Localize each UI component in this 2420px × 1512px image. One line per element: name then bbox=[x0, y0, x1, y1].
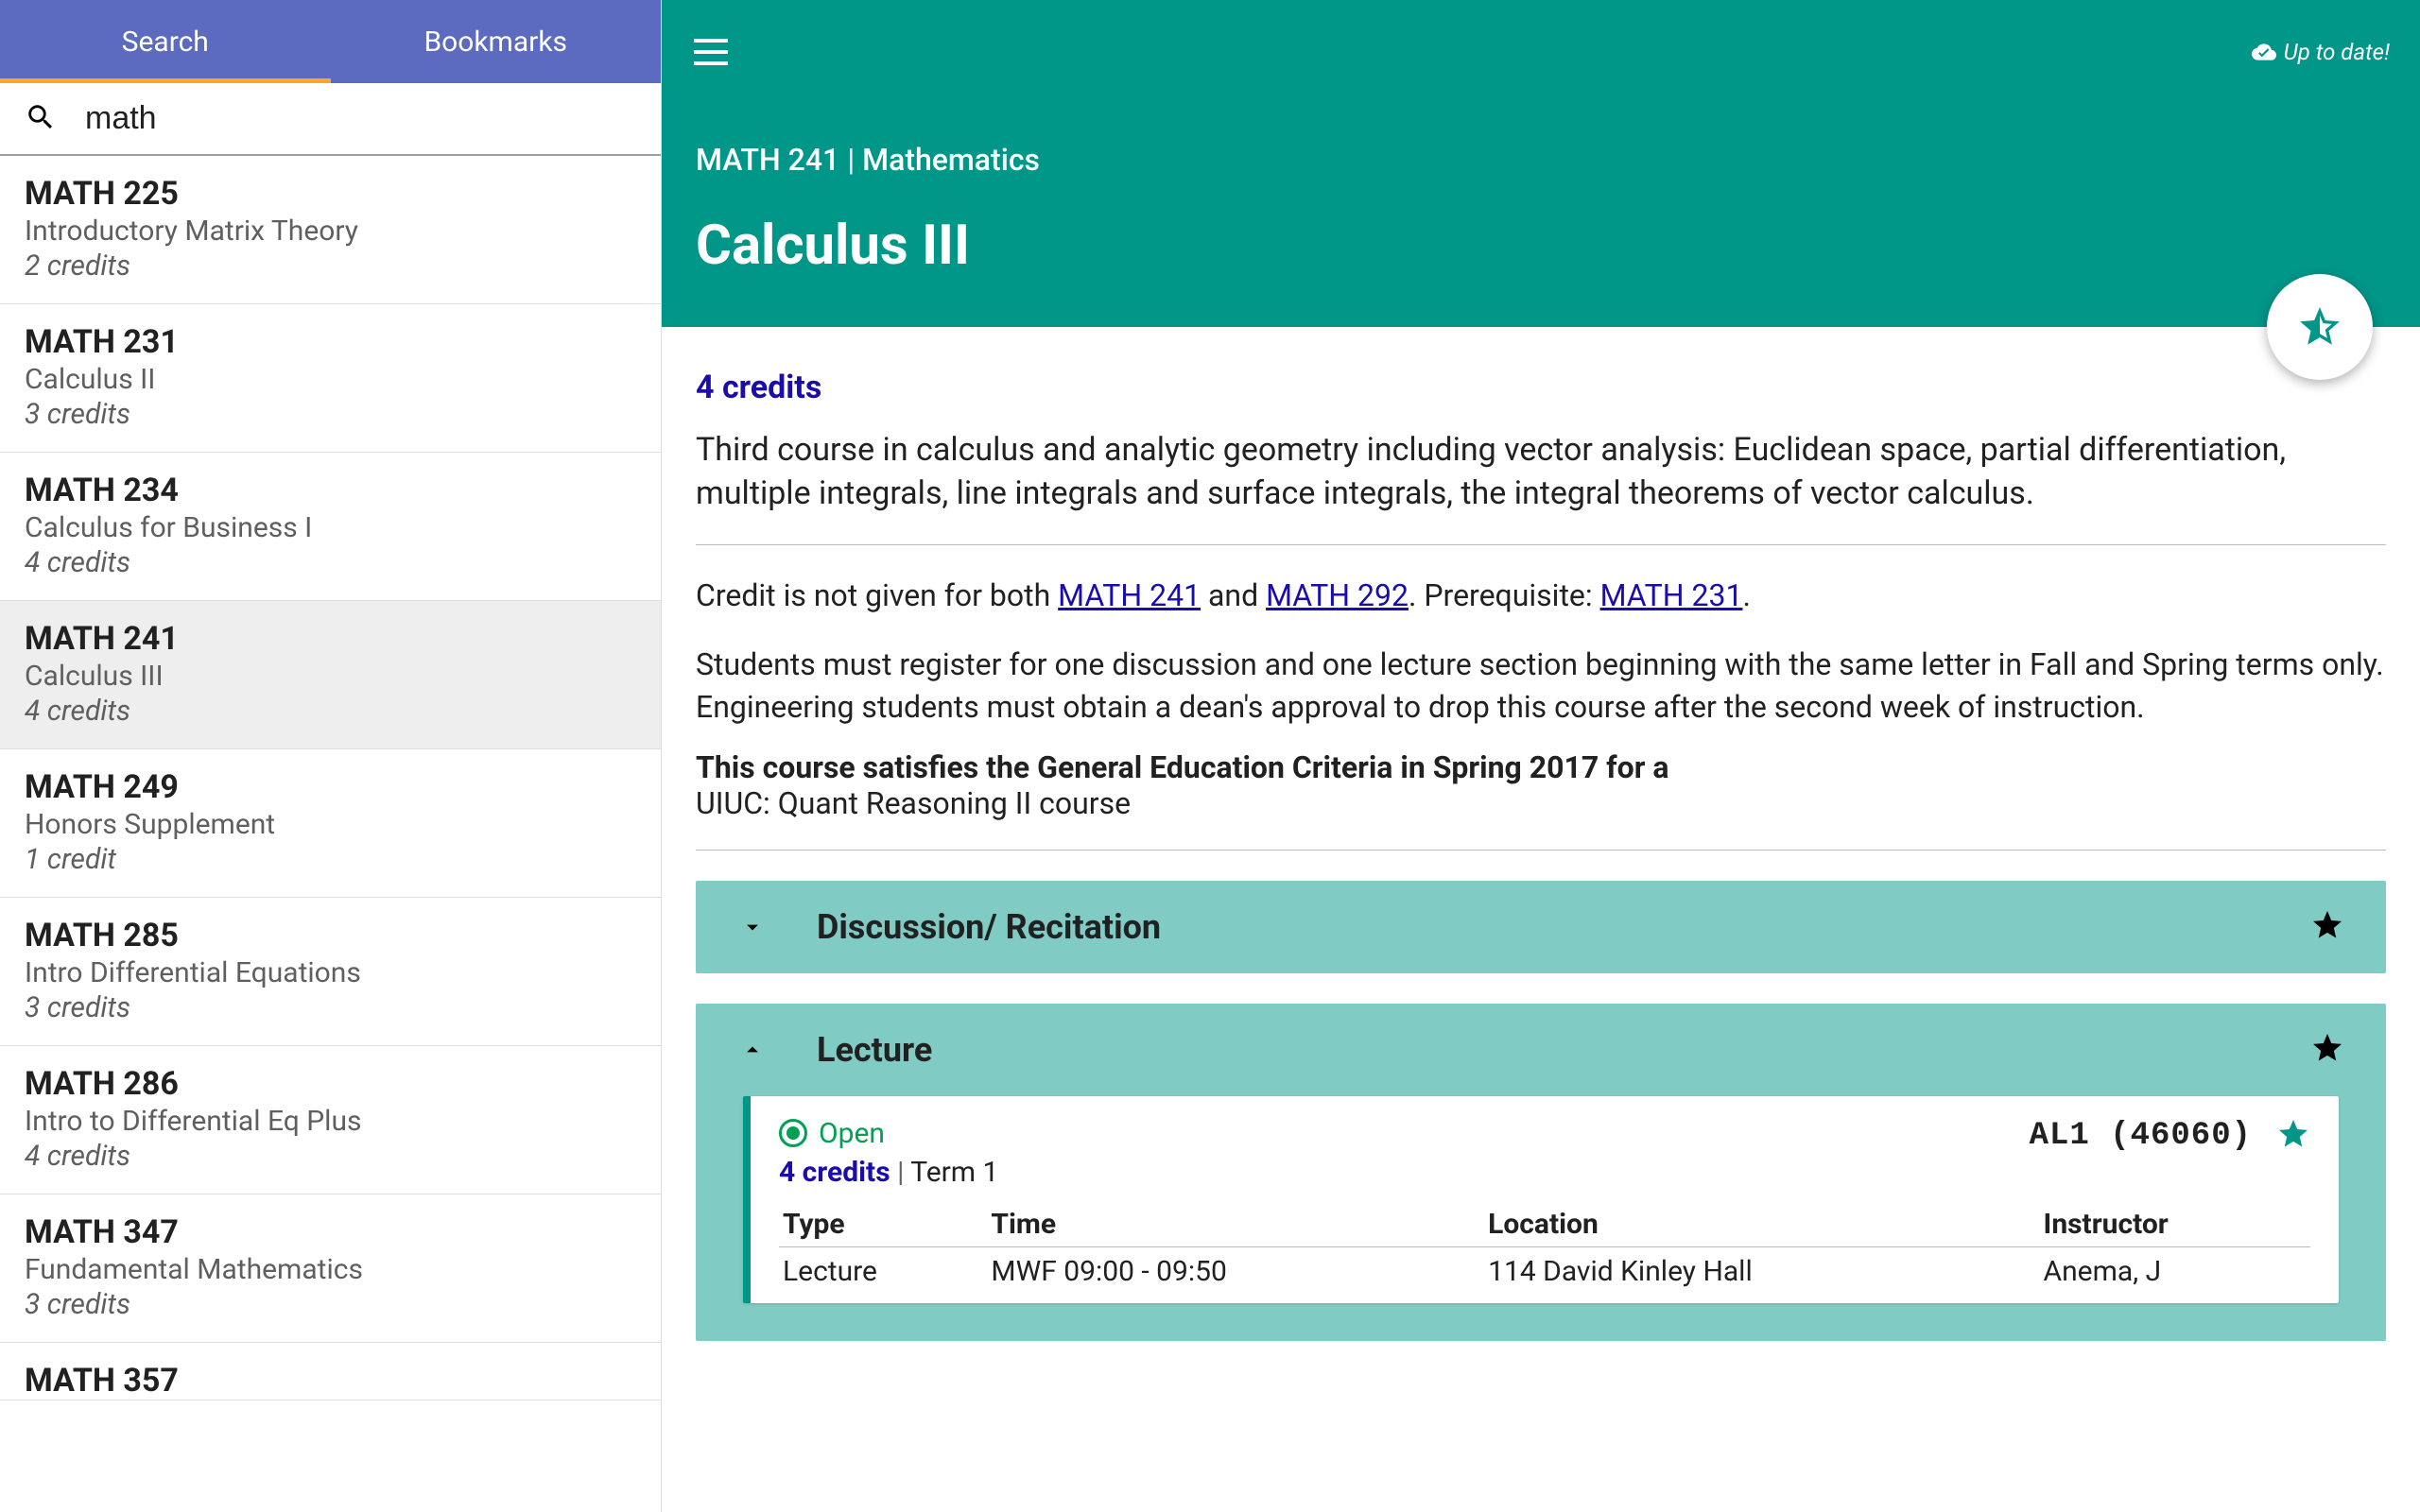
gened-heading: This course satisfies the General Educat… bbox=[696, 749, 2386, 785]
breadcrumb: MATH 241 | Mathematics bbox=[662, 104, 2420, 185]
col-time: Time bbox=[987, 1202, 1484, 1247]
sync-status: Up to date! bbox=[2252, 39, 2390, 65]
offering-term: Term 1 bbox=[910, 1156, 998, 1189]
offering-crn: AL1 (46060) bbox=[2030, 1118, 2252, 1154]
result-title: Calculus III bbox=[25, 660, 636, 693]
list-item[interactable]: MATH 357 bbox=[0, 1343, 661, 1400]
cell-time: MWF 09:00 - 09:50 bbox=[987, 1246, 1484, 1288]
result-code: MATH 249 bbox=[25, 768, 636, 806]
result-code: MATH 285 bbox=[25, 917, 636, 954]
offering-meta: 4 credits | Term 1 bbox=[779, 1156, 998, 1189]
course-description: Third course in calculus and analytic ge… bbox=[696, 429, 2386, 516]
section-title: Lecture bbox=[817, 1030, 2310, 1070]
chevron-down-icon bbox=[734, 908, 771, 946]
link-math-292[interactable]: MATH 292 bbox=[1266, 577, 1409, 613]
result-credits: 3 credits bbox=[25, 1288, 636, 1321]
list-item[interactable]: MATH 234Calculus for Business I4 credits bbox=[0, 453, 661, 601]
result-code: MATH 286 bbox=[25, 1065, 636, 1103]
text: and bbox=[1201, 577, 1266, 613]
list-item[interactable]: MATH 286Intro to Differential Eq Plus4 c… bbox=[0, 1046, 661, 1194]
text: Credit is not given for both bbox=[696, 577, 1058, 613]
list-item[interactable]: MATH 347Fundamental Mathematics3 credits bbox=[0, 1194, 661, 1343]
cell-location: 114 David Kinley Hall bbox=[1484, 1246, 2039, 1288]
table-row: Lecture MWF 09:00 - 09:50 114 David Kinl… bbox=[779, 1246, 2310, 1288]
link-math-241[interactable]: MATH 241 bbox=[1058, 577, 1201, 613]
result-title: Intro Differential Equations bbox=[25, 956, 636, 989]
section-discussion-header[interactable]: Discussion/ Recitation bbox=[696, 881, 2386, 973]
sidebar: Search Bookmarks MATH 225Introductory Ma… bbox=[0, 0, 662, 1512]
result-title: Honors Supplement bbox=[25, 808, 636, 841]
text: . Prerequisite: bbox=[1409, 577, 1600, 613]
main: Up to date! MATH 241 | Mathematics Calcu… bbox=[662, 0, 2420, 1512]
star-icon[interactable] bbox=[2310, 1031, 2348, 1069]
breadcrumb-text: MATH 241 | Mathematics bbox=[696, 142, 2386, 178]
gened-line: UIUC: Quant Reasoning II course bbox=[696, 785, 2386, 821]
result-title: Calculus for Business I bbox=[25, 511, 636, 544]
divider bbox=[696, 544, 2386, 545]
link-math-231[interactable]: MATH 231 bbox=[1600, 577, 1743, 613]
section-lecture: Lecture Open 4 credits bbox=[696, 1004, 2386, 1341]
offering-card[interactable]: Open 4 credits | Term 1 AL1 (46060) bbox=[743, 1096, 2339, 1303]
page-title: Calculus III bbox=[662, 185, 2420, 319]
bookmark-fab[interactable] bbox=[2267, 274, 2373, 380]
section-title: Discussion/ Recitation bbox=[817, 907, 2310, 947]
section-lecture-header[interactable]: Lecture bbox=[696, 1004, 2386, 1096]
result-code: MATH 357 bbox=[25, 1362, 636, 1400]
text: . bbox=[1742, 577, 1750, 613]
section-lecture-body: Open 4 credits | Term 1 AL1 (46060) bbox=[696, 1096, 2386, 1341]
registration-note: Students must register for one discussio… bbox=[696, 644, 2386, 729]
star-half-icon bbox=[2296, 303, 2343, 351]
status-label: Open bbox=[819, 1117, 885, 1150]
offering-credits: 4 credits bbox=[779, 1156, 890, 1189]
tab-search[interactable]: Search bbox=[0, 0, 331, 83]
list-item[interactable]: MATH 285Intro Differential Equations3 cr… bbox=[0, 898, 661, 1046]
result-credits: 4 credits bbox=[25, 1140, 636, 1173]
result-code: MATH 231 bbox=[25, 323, 636, 361]
result-code: MATH 225 bbox=[25, 175, 636, 213]
star-filled-icon[interactable] bbox=[2276, 1117, 2310, 1155]
tab-bookmarks[interactable]: Bookmarks bbox=[331, 0, 662, 83]
list-item[interactable]: MATH 241Calculus III4 credits bbox=[0, 601, 661, 749]
offering-table: Type Time Location Instructor Lecture MW… bbox=[779, 1202, 2310, 1288]
result-credits: 4 credits bbox=[25, 695, 636, 728]
search-row bbox=[0, 83, 661, 156]
list-item[interactable]: MATH 231Calculus II3 credits bbox=[0, 304, 661, 453]
credits-label[interactable]: 4 credits bbox=[696, 369, 2386, 406]
status-open-icon bbox=[779, 1119, 807, 1147]
result-credits: 1 credit bbox=[25, 843, 636, 876]
list-item[interactable]: MATH 225Introductory Matrix Theory2 cred… bbox=[0, 156, 661, 304]
cell-instructor: Anema, J bbox=[2040, 1246, 2310, 1288]
status-row: Open bbox=[779, 1117, 998, 1150]
result-credits: 3 credits bbox=[25, 991, 636, 1024]
col-instructor: Instructor bbox=[2040, 1202, 2310, 1247]
sidebar-tabs: Search Bookmarks bbox=[0, 0, 661, 83]
menu-icon[interactable] bbox=[692, 33, 730, 71]
result-code: MATH 347 bbox=[25, 1213, 636, 1251]
cell-type: Lecture bbox=[779, 1246, 987, 1288]
sync-status-label: Up to date! bbox=[2284, 39, 2390, 65]
search-icon bbox=[25, 101, 57, 137]
chevron-up-icon bbox=[734, 1031, 771, 1069]
section-discussion: Discussion/ Recitation bbox=[696, 881, 2386, 973]
result-credits: 2 credits bbox=[25, 249, 636, 283]
gened-info: This course satisfies the General Educat… bbox=[696, 749, 2386, 821]
star-icon[interactable] bbox=[2310, 908, 2348, 946]
result-code: MATH 234 bbox=[25, 472, 636, 509]
list-item[interactable]: MATH 249Honors Supplement1 credit bbox=[0, 749, 661, 898]
topbar: Up to date! MATH 241 | Mathematics Calcu… bbox=[662, 0, 2420, 327]
prerequisite-text: Credit is not given for both MATH 241 an… bbox=[696, 574, 2386, 617]
col-location: Location bbox=[1484, 1202, 2039, 1247]
result-title: Fundamental Mathematics bbox=[25, 1253, 636, 1286]
cloud-done-icon bbox=[2252, 40, 2276, 64]
search-input[interactable] bbox=[85, 100, 636, 137]
result-credits: 4 credits bbox=[25, 546, 636, 579]
result-title: Calculus II bbox=[25, 363, 636, 396]
col-type: Type bbox=[779, 1202, 987, 1247]
result-code: MATH 241 bbox=[25, 620, 636, 658]
result-title: Introductory Matrix Theory bbox=[25, 215, 636, 248]
search-results[interactable]: MATH 225Introductory Matrix Theory2 cred… bbox=[0, 156, 661, 1512]
course-detail: 4 credits Third course in calculus and a… bbox=[662, 327, 2420, 1379]
result-credits: 3 credits bbox=[25, 398, 636, 431]
result-title: Intro to Differential Eq Plus bbox=[25, 1105, 636, 1138]
